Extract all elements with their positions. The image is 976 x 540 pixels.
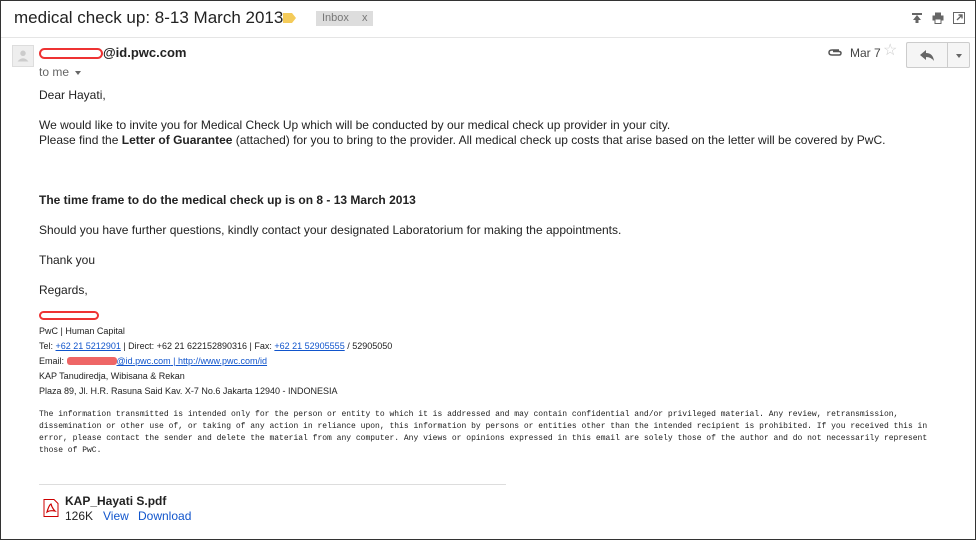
email-label: Email: — [39, 356, 67, 366]
sender-address[interactable]: @id.pwc.com — [39, 45, 186, 60]
avatar[interactable] — [12, 45, 34, 67]
signature-firm: KAP Tanudiredja, Wibisana & Rekan — [39, 371, 185, 381]
fax-tail: / 52905050 — [344, 341, 393, 351]
attachment-clip-icon — [828, 49, 842, 56]
questions-line: Should you have further questions, kindl… — [39, 223, 622, 237]
chevron-down-icon — [75, 71, 82, 75]
regards-line: Regards, — [39, 283, 88, 297]
tel-label: Tel: — [39, 341, 56, 351]
subject-bar: medical check up: 8-13 March 2013 Inbox … — [1, 1, 975, 38]
redacted-sender-name — [39, 48, 103, 59]
sender-domain: @id.pwc.com — [103, 45, 187, 60]
attachment-filename[interactable]: KAP_Hayati S.pdf — [65, 494, 166, 508]
signature-address: Plaza 89, Jl. H.R. Rasuna Said Kav. X-7 … — [39, 386, 338, 396]
recipient-details-toggle[interactable]: to me — [39, 65, 82, 79]
direct-text: | Direct: +62 21 622152890316 | Fax: — [120, 341, 275, 351]
email-sep: | — [170, 356, 179, 366]
fax-link[interactable]: +62 21 52905555 — [274, 341, 344, 351]
inbox-label-chip[interactable]: Inbox x — [316, 11, 374, 26]
print-icon[interactable] — [932, 12, 944, 24]
attachment-view-link[interactable]: View — [103, 509, 129, 523]
thanks-line: Thank you — [39, 253, 96, 267]
guarantee-pre: Please find the — [39, 133, 122, 147]
message-date[interactable]: Mar 7 — [850, 46, 881, 60]
signature-phones: Tel: +62 21 5212901 | Direct: +62 21 622… — [39, 339, 639, 354]
signature-name — [39, 309, 639, 324]
inbox-label-text: Inbox — [322, 12, 349, 24]
message-header: @id.pwc.com to me Mar 7 ☆ — [1, 37, 975, 87]
timeframe-line: The time frame to do the medical check u… — [39, 193, 416, 207]
pdf-file-icon[interactable] — [43, 499, 59, 517]
redacted-email-user — [66, 357, 117, 365]
more-actions-button[interactable] — [947, 42, 970, 68]
attachment-divider — [39, 484, 506, 485]
expand-all-icon[interactable] — [911, 12, 923, 24]
reply-arrow-icon — [920, 50, 934, 61]
email-subject: medical check up: 8-13 March 2013 — [14, 8, 284, 27]
email-link[interactable]: @id.pwc.com | — [66, 356, 179, 366]
guarantee-post: (attached) for you to bring to the provi… — [232, 133, 886, 147]
website-link[interactable]: http://www.pwc.com/id — [178, 356, 267, 366]
reply-button[interactable] — [906, 42, 947, 68]
important-tag-icon[interactable] — [283, 13, 296, 23]
attachment-size: 126K — [65, 509, 94, 523]
signature-email: Email: @id.pwc.com | http://www.pwc.com/… — [39, 354, 639, 369]
greeting: Dear Hayati, — [39, 88, 106, 102]
email-domain: @id.pwc.com — [116, 356, 171, 366]
to-me-label: to me — [39, 65, 70, 79]
guarantee-line: Please find the Letter of Guarantee (att… — [39, 133, 885, 148]
redacted-signer-name — [39, 311, 99, 320]
dropdown-arrow-icon — [956, 54, 962, 58]
invite-line: We would like to invite you for Medical … — [39, 118, 671, 132]
legal-disclaimer: The information transmitted is intended … — [39, 410, 928, 455]
signature-dept: PwC | Human Capital — [39, 326, 125, 336]
email-window: medical check up: 8-13 March 2013 Inbox … — [0, 0, 976, 540]
tel-link[interactable]: +62 21 5212901 — [56, 341, 121, 351]
remove-label-button[interactable]: x — [362, 12, 368, 24]
new-window-icon[interactable] — [953, 12, 965, 24]
signature: PwC | Human Capital Tel: +62 21 5212901 … — [39, 309, 639, 399]
star-icon[interactable]: ☆ — [883, 43, 897, 59]
attachment-download-link[interactable]: Download — [138, 509, 191, 523]
guarantee-bold: Letter of Guarantee — [121, 133, 233, 147]
